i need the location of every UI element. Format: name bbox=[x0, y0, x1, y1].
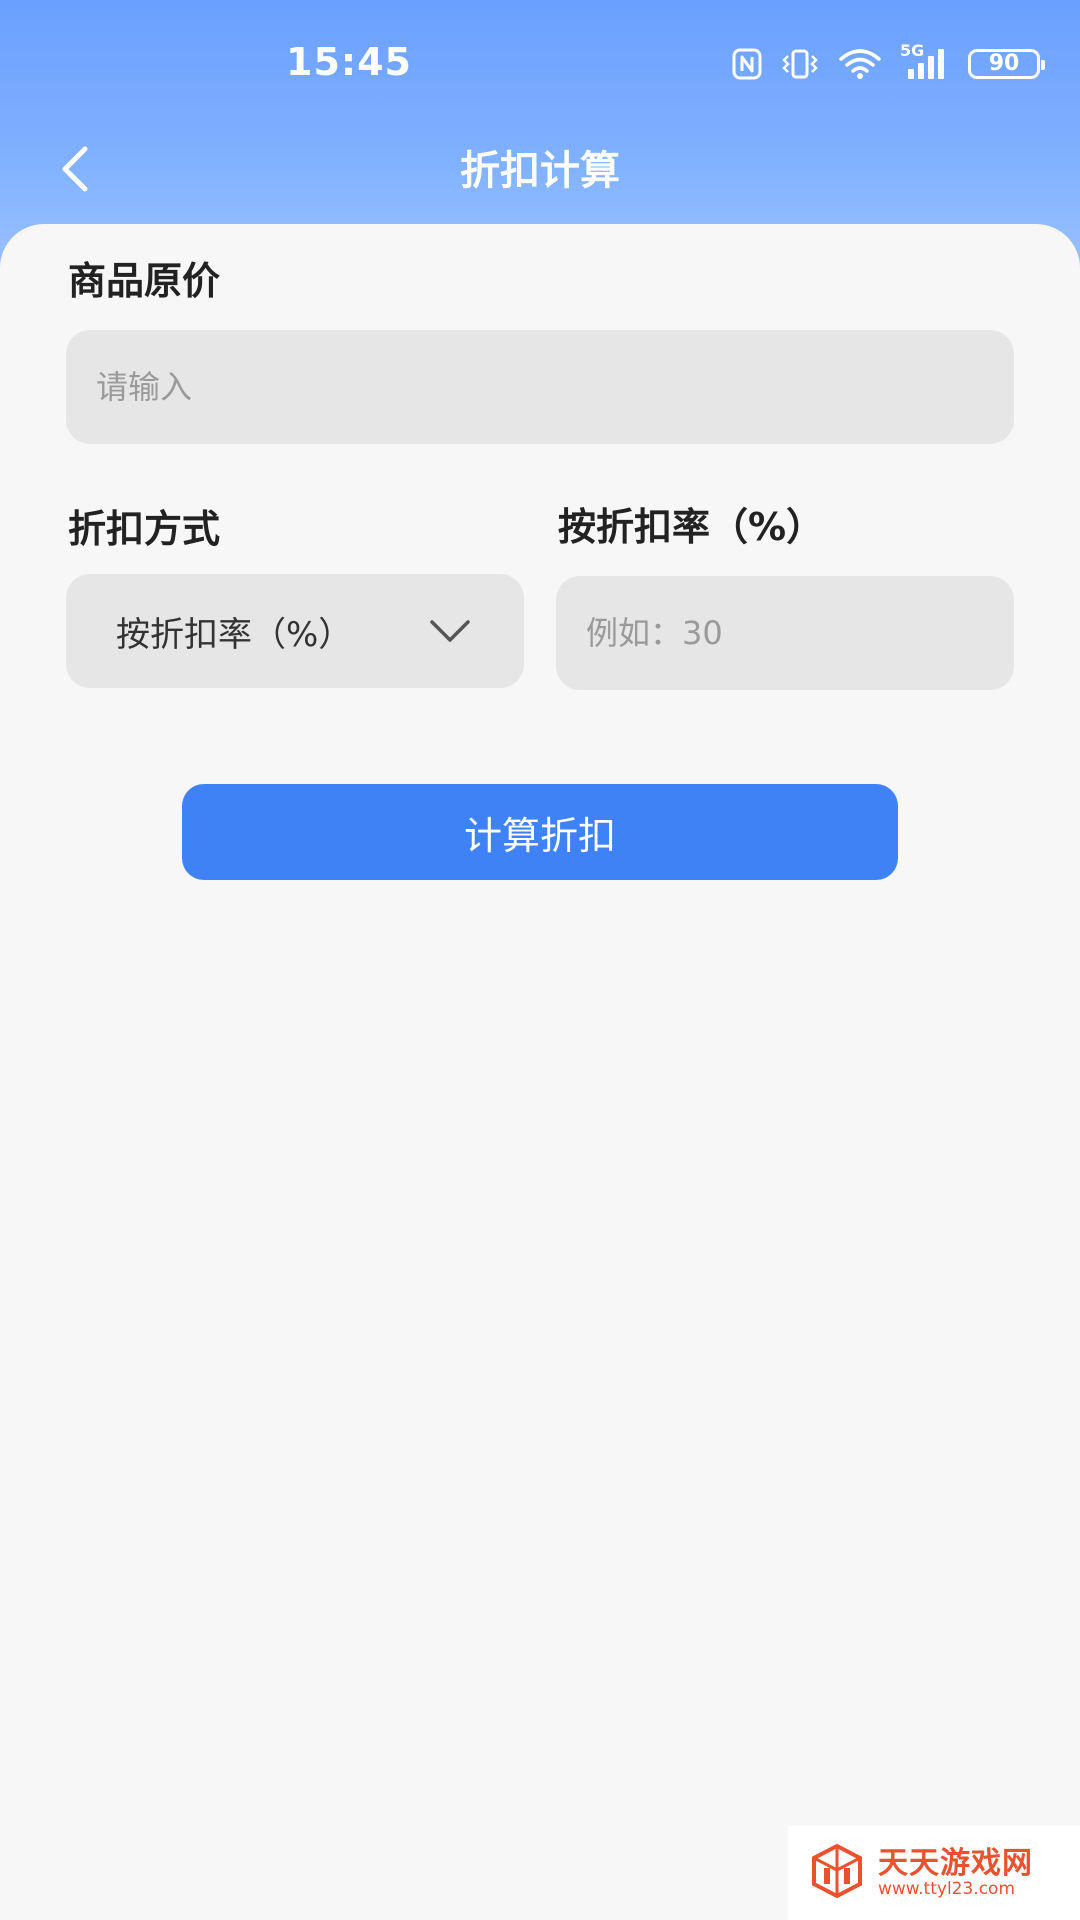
nav-bar: 折扣计算 bbox=[0, 120, 1080, 220]
price-field bbox=[66, 330, 1014, 444]
rate-input[interactable] bbox=[556, 576, 1014, 690]
nfc-icon bbox=[732, 48, 762, 80]
method-select-value: 按折扣率（%） bbox=[116, 614, 353, 655]
status-icons: 5G 90 bbox=[732, 41, 1045, 84]
chevron-down-icon bbox=[426, 616, 474, 646]
watermark-url: www.ttyl23.com bbox=[878, 1879, 1016, 1900]
watermark-text: 天天游戏网 www.ttyl23.com bbox=[878, 1847, 1033, 1899]
signal-icon: 5G bbox=[900, 41, 950, 81]
price-label: 商品原价 bbox=[68, 259, 221, 303]
content-card: 商品原价 折扣方式 按折扣率（%） 按折扣率（%） bbox=[0, 224, 1080, 1920]
calculate-button[interactable]: 计算折扣 bbox=[182, 784, 898, 880]
page-title: 折扣计算 bbox=[460, 148, 620, 194]
price-input[interactable] bbox=[66, 330, 1014, 444]
status-bar: 15:45 5G 90 bbox=[0, 0, 1080, 120]
rate-field bbox=[556, 576, 1014, 690]
wifi-icon bbox=[838, 48, 882, 80]
status-time: 15:45 bbox=[286, 40, 412, 84]
battery-level: 90 bbox=[988, 51, 1020, 76]
watermark-name: 天天游戏网 bbox=[878, 1846, 1033, 1882]
rate-label: 按折扣率（%） bbox=[558, 505, 825, 549]
watermark-logo bbox=[808, 1842, 866, 1904]
method-label: 折扣方式 bbox=[68, 507, 221, 551]
battery-icon: 90 bbox=[968, 49, 1045, 79]
vibrate-icon bbox=[780, 48, 820, 80]
method-select[interactable]: 按折扣率（%） bbox=[66, 574, 524, 688]
watermark: 天天游戏网 www.ttyl23.com bbox=[788, 1826, 1080, 1920]
